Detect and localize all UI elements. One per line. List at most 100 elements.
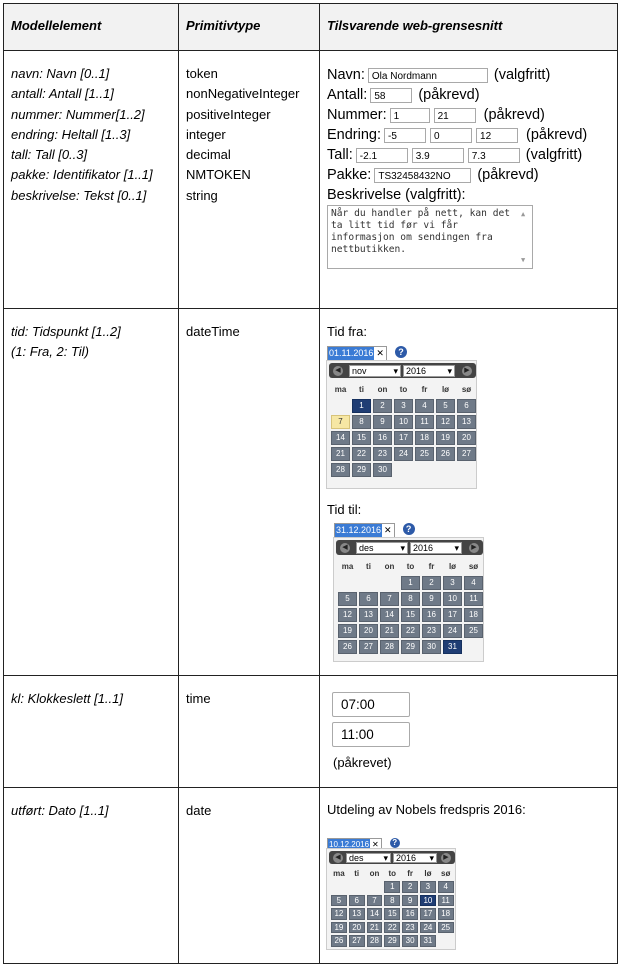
calendar-day[interactable]: 2 xyxy=(422,576,441,590)
calendar-day[interactable]: 6 xyxy=(348,894,365,906)
calendar-day[interactable]: 26 xyxy=(331,935,347,947)
textarea-scrollbar[interactable]: ▲ ▼ xyxy=(519,207,531,267)
calendar-day[interactable]: 8 xyxy=(384,894,401,906)
calendar-day[interactable]: 19 xyxy=(338,624,357,638)
calendar-day[interactable]: 22 xyxy=(401,624,420,638)
calendar-day[interactable]: 20 xyxy=(457,431,476,445)
calendar-day[interactable]: 13 xyxy=(348,908,365,920)
calendar-day[interactable]: 3 xyxy=(394,399,413,413)
calendar-day[interactable]: 1 xyxy=(352,399,371,413)
calendar-day[interactable]: 31 xyxy=(443,640,462,654)
endring-input-3[interactable]: 12 xyxy=(476,127,519,143)
calendar-day[interactable]: 25 xyxy=(437,921,454,933)
calendar-day[interactable]: 25 xyxy=(464,624,483,638)
scroll-down-icon[interactable]: ▼ xyxy=(521,254,525,266)
navn-input[interactable]: Ola Nordmann xyxy=(367,67,488,83)
calendar-day[interactable]: 27 xyxy=(348,935,365,947)
calendar-day[interactable]: 30 xyxy=(422,640,441,654)
calendar-day[interactable]: 3 xyxy=(420,881,436,893)
calendar-day[interactable]: 9 xyxy=(373,415,392,429)
calendar-day[interactable]: 24 xyxy=(420,921,436,933)
calendar-day[interactable]: 10 xyxy=(420,894,436,906)
tall-input-1[interactable]: -2.1 xyxy=(355,147,408,163)
calendar-day[interactable]: 21 xyxy=(331,447,350,461)
calendar-day[interactable]: 28 xyxy=(331,463,350,477)
calendar-day[interactable]: 18 xyxy=(464,608,483,622)
calendar-day[interactable]: 15 xyxy=(401,608,420,622)
next-month-icon[interactable]: ▶ xyxy=(462,365,472,376)
tid-fra-input[interactable]: 01.11.2016 ✕ xyxy=(327,346,387,361)
help-icon[interactable]: ? xyxy=(394,345,407,358)
endring-input-1[interactable]: -5 xyxy=(384,127,427,143)
calendar-day[interactable]: 2 xyxy=(373,399,392,413)
calendar-day[interactable]: 12 xyxy=(338,608,357,622)
calendar-day[interactable]: 5 xyxy=(338,592,357,606)
pakke-input[interactable]: TS32458432NO xyxy=(374,167,472,183)
calendar-day[interactable]: 4 xyxy=(415,399,434,413)
calendar-day[interactable]: 9 xyxy=(422,592,441,606)
calendar-day[interactable]: 1 xyxy=(401,576,420,590)
calendar-day[interactable]: 5 xyxy=(331,894,347,906)
calendar-day[interactable]: 6 xyxy=(457,399,476,413)
calendar-day[interactable]: 7 xyxy=(366,894,383,906)
nummer-input-2[interactable]: 21 xyxy=(433,107,476,123)
calendar-day[interactable]: 9 xyxy=(402,894,418,906)
next-month-icon[interactable]: ▶ xyxy=(441,852,451,863)
calendar-day[interactable]: 20 xyxy=(348,921,365,933)
calendar-day[interactable]: 8 xyxy=(401,592,420,606)
prev-month-icon[interactable]: ◀ xyxy=(340,542,350,553)
calendar-day[interactable]: 27 xyxy=(359,640,378,654)
calendar-day[interactable]: 18 xyxy=(415,431,434,445)
calendar-day[interactable]: 21 xyxy=(366,921,383,933)
calendar-day[interactable]: 20 xyxy=(359,624,378,638)
antall-input[interactable]: 58 xyxy=(370,87,413,103)
calendar-day[interactable]: 23 xyxy=(402,921,418,933)
prev-month-icon[interactable]: ◀ xyxy=(333,365,343,376)
month-select[interactable]: des ▾ xyxy=(346,852,391,863)
calendar-day[interactable]: 24 xyxy=(443,624,462,638)
calendar-day[interactable]: 16 xyxy=(422,608,441,622)
calendar-day[interactable]: 29 xyxy=(384,935,401,947)
calendar-day[interactable]: 12 xyxy=(436,415,455,429)
calendar-day[interactable]: 10 xyxy=(394,415,413,429)
calendar-day[interactable]: 13 xyxy=(359,608,378,622)
calendar-day[interactable]: 13 xyxy=(457,415,476,429)
calendar-day[interactable]: 23 xyxy=(373,447,392,461)
calendar-day[interactable]: 22 xyxy=(384,921,401,933)
nummer-input-1[interactable]: 1 xyxy=(389,107,430,123)
calendar-day[interactable]: 19 xyxy=(436,431,455,445)
calendar-day[interactable]: 8 xyxy=(352,415,371,429)
tid-til-input[interactable]: 31.12.2016 ✕ xyxy=(334,523,395,538)
calendar-day[interactable]: 1 xyxy=(384,881,401,893)
calendar-day[interactable]: 4 xyxy=(464,576,483,590)
calendar-day[interactable]: 19 xyxy=(331,921,347,933)
calendar-day[interactable]: 16 xyxy=(373,431,392,445)
calendar-day[interactable]: 26 xyxy=(436,447,455,461)
beskrivelse-textarea[interactable]: Når du handler på nett, kan det ta litt … xyxy=(327,205,533,269)
endring-input-2[interactable]: 0 xyxy=(430,127,473,143)
month-select[interactable]: nov ▾ xyxy=(349,364,401,377)
calendar-day[interactable]: 28 xyxy=(380,640,399,654)
calendar-day[interactable]: 28 xyxy=(366,935,383,947)
calendar-day[interactable]: 22 xyxy=(352,447,371,461)
calendar-day[interactable]: 17 xyxy=(420,908,436,920)
calendar-day[interactable]: 31 xyxy=(420,935,436,947)
calendar-day[interactable]: 14 xyxy=(380,608,399,622)
calendar-day[interactable]: 10 xyxy=(443,592,462,606)
scroll-up-icon[interactable]: ▲ xyxy=(521,208,525,220)
tall-input-3[interactable]: 7.3 xyxy=(467,147,520,163)
calendar-day[interactable]: 2 xyxy=(402,881,418,893)
calendar-day[interactable]: 7 xyxy=(380,592,399,606)
calendar-day[interactable]: 4 xyxy=(437,881,454,893)
prev-month-icon[interactable]: ◀ xyxy=(333,852,343,863)
calendar-day[interactable]: 18 xyxy=(437,908,454,920)
calendar-day[interactable]: 27 xyxy=(457,447,476,461)
calendar-day[interactable]: 16 xyxy=(402,908,418,920)
calendar-day[interactable]: 29 xyxy=(401,640,420,654)
clear-icon[interactable]: ✕ xyxy=(382,525,394,536)
calendar-day[interactable]: 11 xyxy=(415,415,434,429)
calendar-day[interactable]: 25 xyxy=(415,447,434,461)
calendar-day[interactable]: 17 xyxy=(394,431,413,445)
calendar-day[interactable]: 30 xyxy=(373,463,392,477)
time-input-2[interactable]: 11:00 xyxy=(332,722,410,747)
